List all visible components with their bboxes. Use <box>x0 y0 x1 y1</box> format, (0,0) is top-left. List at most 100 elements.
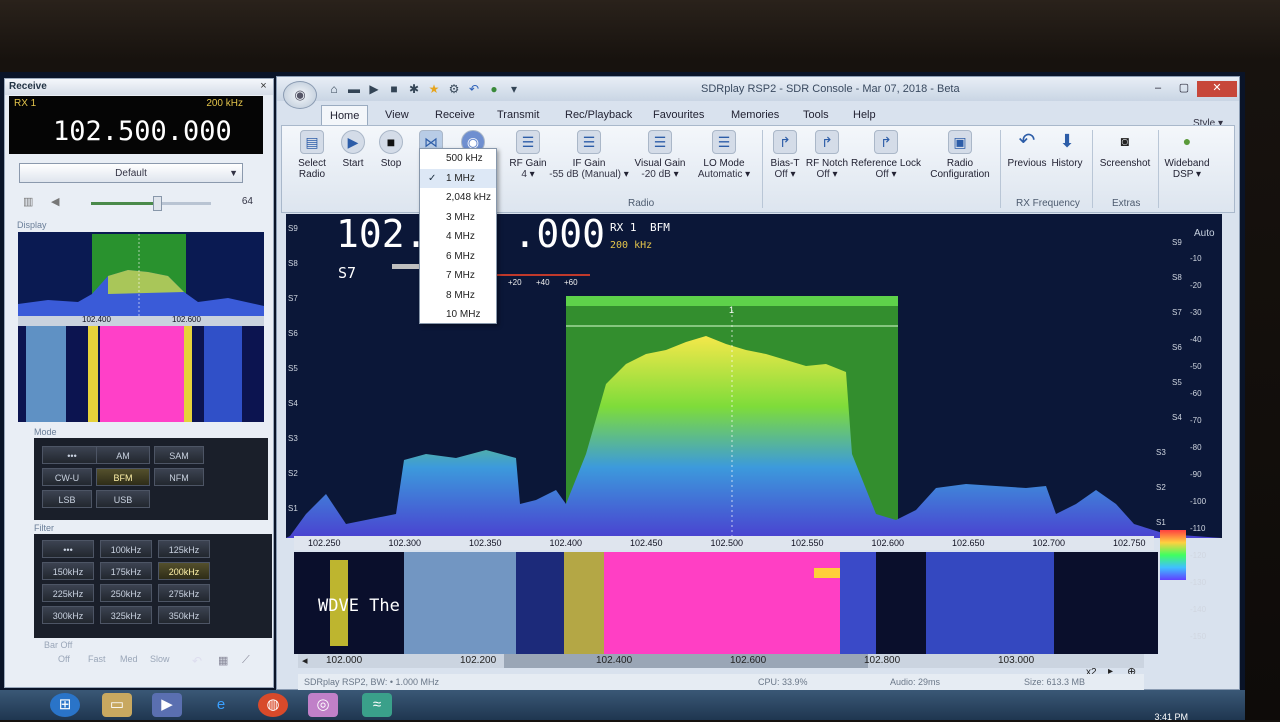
mode-header[interactable]: Mode <box>34 426 57 438</box>
filter-button[interactable]: ••• <box>42 540 94 558</box>
app-icon[interactable]: ◎ <box>308 693 338 717</box>
filter-button[interactable]: 100kHz <box>100 540 152 558</box>
filter-button[interactable]: 275kHz <box>158 584 210 602</box>
auto-button[interactable]: Auto <box>1194 228 1215 239</box>
filter-button[interactable]: 225kHz <box>42 584 94 602</box>
visual-gain-control[interactable]: ☰ Visual Gain -20 dB ▾ <box>632 130 688 180</box>
scroll-left-icon[interactable]: ◂ <box>302 654 308 667</box>
mini-spectrum[interactable] <box>18 232 264 322</box>
settings-icon[interactable]: ⚙ <box>447 82 461 96</box>
explorer-icon[interactable]: ▭ <box>102 693 132 717</box>
filter-button[interactable]: 350kHz <box>158 606 210 624</box>
frequency-readout[interactable]: 102.500.000 <box>53 116 232 147</box>
chart-icon[interactable]: ⟋ <box>242 654 250 667</box>
sdr-console-icon[interactable]: ≈ <box>362 693 392 717</box>
filter-button[interactable]: 325kHz <box>100 606 152 624</box>
tab-tools[interactable]: Tools <box>795 105 837 125</box>
undo-icon[interactable]: ↶ <box>467 82 481 96</box>
signal-marker[interactable]: 1 <box>729 305 734 315</box>
filter-button[interactable]: 175kHz <box>100 562 152 580</box>
screenshot-button[interactable]: ◙ Screenshot <box>1096 130 1154 169</box>
radio-configuration-button[interactable]: ▣ Radio Configuration <box>926 130 994 180</box>
mode-more-button[interactable]: ••• <box>42 446 102 464</box>
play-icon[interactable]: ▶ <box>367 82 381 96</box>
bias-t-control[interactable]: ↱ Bias-T Off ▾ <box>768 130 802 180</box>
filter-button[interactable]: 300kHz <box>42 606 94 624</box>
mode-sam-button[interactable]: SAM <box>154 446 204 464</box>
mode-cwu-button[interactable]: CW-U <box>42 468 92 486</box>
mini-waterfall[interactable] <box>18 326 264 422</box>
internet-explorer-icon[interactable]: e <box>206 693 236 717</box>
lo-mode-control[interactable]: ☰ LO Mode Automatic ▾ <box>696 130 752 180</box>
filter-button[interactable]: 250kHz <box>100 584 152 602</box>
mode-am-button[interactable]: AM <box>96 446 150 464</box>
filter-button[interactable]: 150kHz <box>42 562 94 580</box>
tab-favourites[interactable]: Favourites <box>645 105 712 125</box>
bars-icon[interactable]: ▥ <box>23 195 33 208</box>
bandwidth-option[interactable]: 4 MHz <box>420 227 496 246</box>
filter-button[interactable]: 125kHz <box>158 540 210 558</box>
volume-thumb[interactable] <box>153 196 162 211</box>
stop-icon[interactable]: ■ <box>387 82 401 96</box>
rf-gain-control[interactable]: ☰ RF Gain 4 ▾ <box>504 130 552 180</box>
bandwidth-option[interactable]: 8 MHz <box>420 286 496 305</box>
reference-lock-control[interactable]: ↱ Reference Lock Off ▾ <box>850 130 922 180</box>
bandwidth-option[interactable]: 10 MHz <box>420 305 496 324</box>
tab-view[interactable]: View <box>377 105 417 125</box>
if-gain-control[interactable]: ☰ IF Gain -55 dB (Manual) ▾ <box>548 130 630 180</box>
home-icon[interactable]: ⌂ <box>327 82 341 96</box>
folder-icon[interactable]: ▬ <box>347 82 361 96</box>
tab-help[interactable]: Help <box>845 105 884 125</box>
previous-button[interactable]: ↶ Previous <box>1006 130 1048 169</box>
star-icon[interactable]: ★ <box>427 82 441 96</box>
bandwidth-option[interactable]: 2,048 kHz <box>420 188 496 207</box>
bar-off-button[interactable]: Off <box>58 654 70 664</box>
waterfall[interactable] <box>294 552 1158 654</box>
tab-rec-playback[interactable]: Rec/Playback <box>557 105 640 125</box>
filter-header[interactable]: Filter <box>34 522 54 534</box>
bandwidth-option[interactable]: 6 MHz <box>420 247 496 266</box>
close-icon[interactable]: × <box>257 80 270 93</box>
start-button[interactable]: ▶ Start <box>338 130 368 169</box>
tab-transmit[interactable]: Transmit <box>489 105 547 125</box>
media-player-icon[interactable]: ▶ <box>152 693 182 717</box>
tab-receive[interactable]: Receive <box>427 105 483 125</box>
lo-mode-icon: ☰ <box>712 130 736 154</box>
history-button[interactable]: ⬇ History <box>1048 130 1086 169</box>
rf-notch-control[interactable]: ↱ RF Notch Off ▾ <box>804 130 850 180</box>
bandwidth-option[interactable]: 7 MHz <box>420 266 496 285</box>
maximize-button[interactable]: ▢ <box>1171 81 1197 97</box>
mode-nfm-button[interactable]: NFM <box>154 468 204 486</box>
wideband-dsp-button[interactable]: ● Wideband DSP ▾ <box>1160 130 1214 180</box>
stop-button[interactable]: ■ Stop <box>376 130 406 169</box>
preset-select[interactable]: Default ▼ <box>19 163 243 183</box>
tab-home[interactable]: Home <box>321 105 369 125</box>
mode-usb-button[interactable]: USB <box>96 490 150 508</box>
close-button[interactable]: ✕ <box>1197 81 1237 97</box>
bluetooth-icon[interactable]: ✱ <box>407 82 421 96</box>
speaker-icon[interactable]: ◀ <box>51 195 59 208</box>
volume-slider[interactable] <box>91 196 211 211</box>
dropdown-icon[interactable]: ▾ <box>507 82 521 96</box>
windows-start-icon[interactable]: ⊞ <box>50 693 80 717</box>
bar-med-button[interactable]: Med <box>120 654 138 664</box>
bandwidth-option[interactable]: 3 MHz <box>420 208 496 227</box>
mode-bfm-button[interactable]: BFM <box>96 468 150 486</box>
filter-button[interactable]: 200kHz <box>158 562 210 580</box>
select-radio-button[interactable]: ▤ Select Radio <box>292 130 332 180</box>
display-header[interactable]: Display <box>17 219 47 231</box>
undo-icon[interactable]: ↶ <box>192 654 202 668</box>
overview-window[interactable] <box>504 654 868 668</box>
bandwidth-option[interactable]: 1 MHz ✓ <box>420 168 496 188</box>
minimize-button[interactable]: – <box>1145 81 1171 97</box>
bar-slow-button[interactable]: Slow <box>150 654 170 664</box>
mode-lsb-button[interactable]: LSB <box>42 490 92 508</box>
app-menu-button[interactable]: ◉ <box>283 81 317 109</box>
grid-icon[interactable]: ▦ <box>218 654 228 667</box>
bandwidth-option[interactable]: 500 kHz <box>420 149 496 168</box>
tab-memories[interactable]: Memories <box>723 105 787 125</box>
record-icon[interactable]: ● <box>487 82 501 96</box>
chrome-icon[interactable]: ◍ <box>258 693 288 717</box>
color-scale[interactable] <box>1160 530 1186 580</box>
bar-fast-button[interactable]: Fast <box>88 654 106 664</box>
